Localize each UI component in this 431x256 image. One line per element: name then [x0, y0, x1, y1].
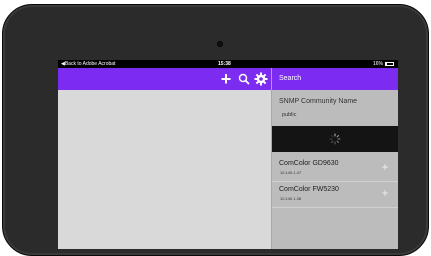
gear-icon[interactable] — [253, 71, 269, 87]
device-name: ComColor GD9630 — [279, 160, 339, 167]
search-progress-area — [272, 126, 398, 152]
app-screen: ◀Back to Adobe Acrobat 15:38 16% + Searc… — [58, 60, 398, 249]
sidebar-title: Search — [272, 68, 398, 90]
main-toolbar: + — [58, 68, 271, 90]
device-list-item[interactable]: ComColor GD9630 10.140.1.47 + — [272, 156, 398, 182]
add-device-icon[interactable]: + — [379, 187, 391, 199]
device-list-item[interactable]: ComColor FW5230 10.140.1.38 + — [272, 182, 398, 208]
community-name-field[interactable]: public — [282, 112, 296, 118]
status-indicators: 16% — [373, 60, 394, 68]
search-sidebar: Search SNMP Community Name public ComCol… — [271, 68, 398, 249]
device-name: ComColor FW5230 — [279, 186, 339, 193]
device-ip: 10.140.1.47 — [280, 170, 302, 175]
battery-percent: 16% — [372, 61, 383, 67]
printer-list-pane — [58, 90, 271, 249]
plus-icon[interactable]: + — [218, 70, 234, 88]
spinner-icon — [329, 133, 341, 145]
community-name-label: SNMP Community Name — [279, 98, 358, 105]
device-ip: 10.140.1.38 — [280, 196, 302, 201]
front-camera — [217, 41, 223, 47]
status-bar: ◀Back to Adobe Acrobat 15:38 16% — [58, 60, 398, 68]
search-icon[interactable] — [236, 71, 252, 87]
battery-icon — [385, 62, 394, 66]
status-time: 15:38 — [218, 61, 231, 67]
add-device-icon[interactable]: + — [379, 161, 391, 173]
back-to-app-link[interactable]: ◀Back to Adobe Acrobat — [61, 60, 115, 68]
